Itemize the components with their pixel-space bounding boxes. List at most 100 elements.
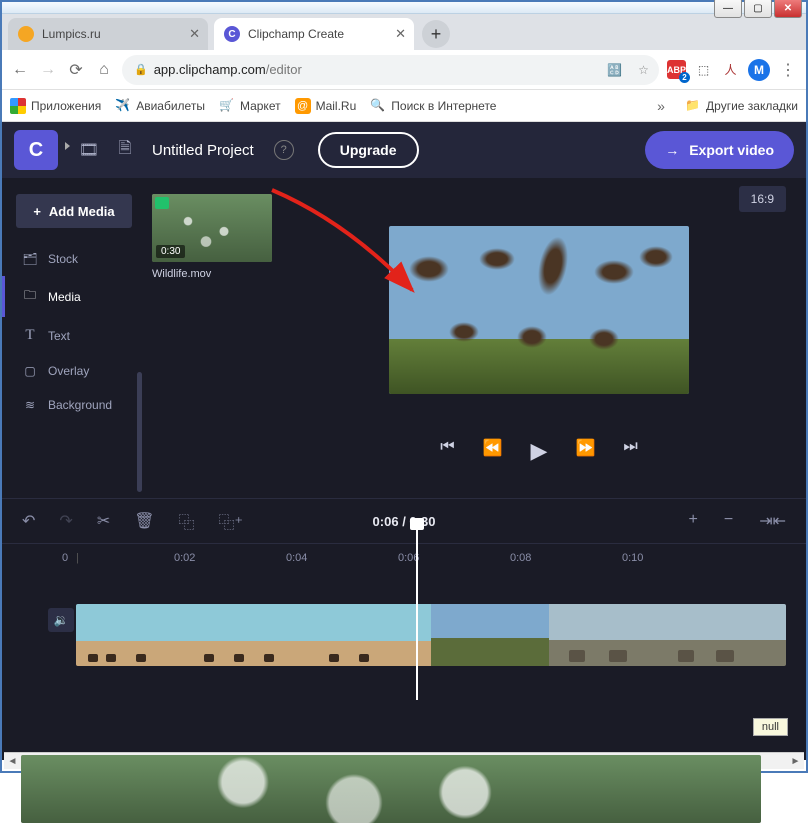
fast-forward-icon[interactable]: ⏩ — [575, 438, 595, 464]
bookmark-label: Авиабилеты — [136, 99, 205, 113]
url-path: /editor — [266, 62, 302, 77]
tab-label: Lumpics.ru — [42, 27, 101, 41]
home-button[interactable]: ⌂ — [94, 61, 114, 79]
timeline-track-area[interactable]: 🔉 — [2, 572, 806, 692]
document-icon[interactable]: 🗎 — [112, 137, 138, 164]
help-icon[interactable]: ? — [274, 140, 294, 160]
track-audio-icon[interactable]: 🔉 — [48, 608, 74, 632]
apps-grid-icon — [10, 98, 26, 114]
address-bar-row: ← → ⟳ ⌂ 🔒 app.clipchamp.com/editor 🔠 ☆ A… — [2, 50, 806, 90]
sidebar-item-media[interactable]: 🗀Media — [2, 276, 134, 317]
plane-icon: ✈️ — [115, 98, 131, 114]
copy-icon[interactable]: ⿻ — [179, 509, 195, 533]
app-topbar: C 🎞 🗎 Untitled Project ? Upgrade → Expor… — [2, 122, 806, 178]
extension-pdf-icon[interactable]: 人 — [721, 60, 740, 79]
scroll-left-icon[interactable]: ◄ — [4, 753, 21, 770]
video-library-icon[interactable]: 🎞 — [76, 140, 102, 160]
duplicate-icon[interactable]: ⿻⁺ — [219, 509, 243, 533]
browser-horizontal-scrollbar[interactable]: ◄ ► — [4, 752, 804, 769]
zoom-out-icon[interactable]: − — [724, 511, 733, 531]
window-maximize-button[interactable]: ▢ — [744, 0, 772, 18]
upgrade-button[interactable]: Upgrade — [318, 132, 419, 168]
bookmark-search[interactable]: 🔍Поиск в Интернете — [370, 98, 496, 114]
add-media-button[interactable]: + Add Media — [16, 194, 132, 228]
sidebar-item-background[interactable]: ≋Background — [16, 388, 134, 422]
extension-icon[interactable]: ⬚ — [694, 60, 713, 79]
scrollbar-thumb[interactable] — [21, 755, 761, 823]
lock-icon: 🔒 — [134, 63, 148, 76]
redo-icon[interactable]: ↷ — [59, 511, 72, 531]
tab-lumpics[interactable]: Lumpics.ru ✕ — [8, 18, 208, 50]
media-thumbnail[interactable]: 0:30 — [152, 194, 272, 262]
ruler-tick: 0:02 — [174, 552, 286, 564]
bookmark-label: Другие закладки — [706, 99, 798, 113]
app-logo-menu[interactable]: C — [14, 130, 58, 170]
split-icon[interactable]: ✂ — [97, 511, 110, 531]
window-close-button[interactable]: ✕ — [774, 0, 802, 18]
preview-column: 16:9 ⏮ ⏪ ▶ ⏩ ⏭ — [272, 178, 806, 498]
close-icon[interactable]: ✕ — [189, 26, 200, 42]
undo-icon[interactable]: ↶ — [22, 511, 35, 531]
profile-avatar[interactable]: M — [748, 59, 770, 81]
media-panel: 0:30 Wildlife.mov — [142, 178, 272, 498]
bookmark-mailru[interactable]: @Mail.Ru — [295, 98, 357, 114]
tab-clipchamp[interactable]: C Clipchamp Create ✕ — [214, 18, 414, 50]
url-host: app.clipchamp.com — [154, 62, 266, 77]
search-icon: 🔍 — [370, 98, 386, 114]
timeline-clip[interactable] — [76, 604, 786, 666]
project-title[interactable]: Untitled Project — [152, 142, 254, 159]
ruler-tick: 0 — [62, 552, 174, 564]
translate-icon[interactable]: 🔠 — [605, 60, 624, 79]
export-label: Export video — [689, 142, 774, 158]
skip-start-icon[interactable]: ⏮ — [440, 438, 454, 464]
forward-button[interactable]: → — [38, 61, 58, 79]
fit-icon[interactable]: ⇥⇤ — [759, 511, 786, 531]
video-preview[interactable] — [389, 226, 689, 394]
timeline-ruler[interactable]: 0 0:02 0:04 0:06 0:08 0:10 — [2, 544, 806, 572]
browser-window: — ▢ ✕ Lumpics.ru ✕ C Clipchamp Create ✕ … — [0, 0, 808, 773]
ruler-tick: 0:04 — [286, 552, 398, 564]
aspect-ratio-button[interactable]: 16:9 — [739, 186, 786, 212]
new-tab-button[interactable]: + — [422, 20, 450, 48]
thumbnail-duration: 0:30 — [156, 245, 185, 258]
plus-icon: + — [33, 204, 41, 219]
playback-controls: ⏮ ⏪ ▶ ⏩ ⏭ — [440, 438, 638, 464]
favicon-lumpics — [18, 26, 34, 42]
back-button[interactable]: ← — [10, 61, 30, 79]
abp-extension-icon[interactable]: ABP — [667, 60, 686, 79]
kebab-menu-icon[interactable]: ⋮ — [778, 60, 798, 80]
folder-icon: 📁 — [685, 98, 701, 114]
ruler-tick: 0:06 — [398, 552, 510, 564]
bookmark-avia[interactable]: ✈️ Авиабилеты — [115, 98, 205, 114]
clipchamp-app: C 🎞 🗎 Untitled Project ? Upgrade → Expor… — [2, 122, 806, 760]
timeline-playhead[interactable] — [416, 526, 418, 700]
export-video-button[interactable]: → Export video — [645, 131, 794, 169]
bookmarks-overflow-icon[interactable]: » — [651, 98, 671, 114]
bookmark-apps[interactable]: Приложения — [10, 98, 101, 114]
window-minimize-button[interactable]: — — [714, 0, 742, 18]
sidebar-item-overlay[interactable]: ▢Overlay — [16, 354, 134, 388]
bookmark-label: Маркет — [240, 99, 281, 113]
bookmark-star-icon[interactable]: ☆ — [634, 60, 653, 79]
sidebar-item-label: Overlay — [48, 364, 89, 378]
sidebar-scrollbar[interactable] — [137, 372, 142, 492]
sidebar-item-text[interactable]: TText — [16, 317, 134, 354]
rewind-icon[interactable]: ⏪ — [483, 438, 503, 464]
sidebar: + Add Media 🗂Stock 🗀Media TText ▢Overlay… — [2, 178, 142, 498]
stock-icon: 🗂 — [22, 252, 38, 266]
reload-button[interactable]: ⟳ — [66, 60, 86, 80]
scroll-right-icon[interactable]: ► — [787, 753, 804, 770]
zoom-in-icon[interactable]: + — [689, 511, 698, 531]
cart-icon: 🛒 — [219, 98, 235, 114]
bookmark-market[interactable]: 🛒 Маркет — [219, 98, 281, 114]
omnibox[interactable]: 🔒 app.clipchamp.com/editor 🔠 ☆ — [122, 55, 659, 85]
os-titlebar: — ▢ ✕ — [2, 2, 806, 14]
bookmark-other[interactable]: 📁 Другие закладки — [685, 98, 798, 114]
media-icon: 🗀 — [22, 286, 38, 307]
delete-icon[interactable]: 🗑 — [134, 511, 154, 531]
play-icon[interactable]: ▶ — [531, 438, 548, 464]
close-icon[interactable]: ✕ — [395, 26, 406, 42]
skip-end-icon[interactable]: ⏭ — [623, 438, 637, 464]
sidebar-item-stock[interactable]: 🗂Stock — [16, 242, 134, 276]
ruler-tick: 0:08 — [510, 552, 622, 564]
